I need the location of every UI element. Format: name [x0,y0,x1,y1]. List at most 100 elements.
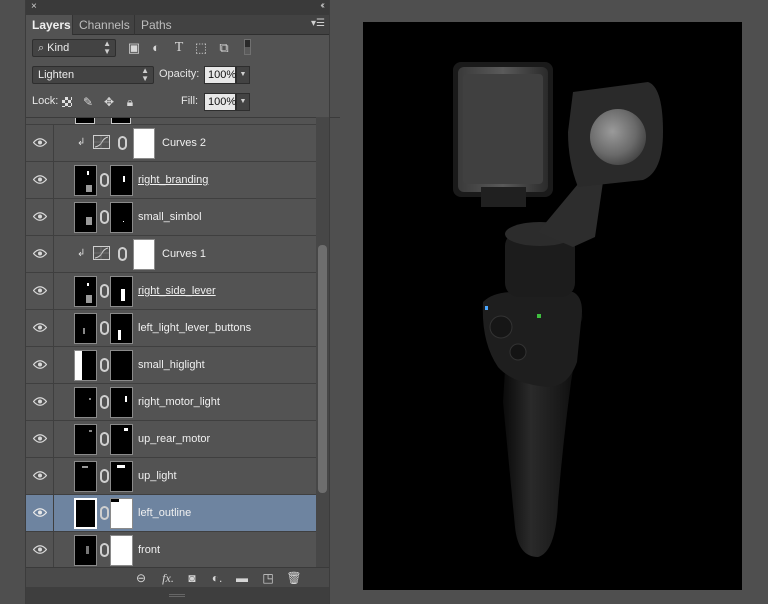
chain-link-icon[interactable] [118,136,127,150]
visibility-toggle[interactable] [26,458,54,494]
visibility-toggle[interactable] [26,347,54,383]
layer-mask-thumbnail[interactable] [110,202,133,233]
layer-thumbnail[interactable] [74,387,97,418]
fill-input[interactable]: 100% [204,93,236,111]
layer-mask-thumbnail[interactable] [110,350,133,381]
layer-row-left-outline[interactable]: left_outline [26,495,316,532]
folder-icon[interactable]: ▬ [234,571,250,585]
layer-mask-thumbnail[interactable] [110,276,133,307]
chain-link-icon[interactable] [100,395,109,409]
chain-link-icon[interactable] [118,247,127,261]
layer-mask-thumbnail[interactable] [110,424,133,455]
layer-row-up-rear-motor[interactable]: up_rear_motor [26,421,316,458]
lock-image-pixels-icon[interactable]: ✎ [81,95,95,109]
chain-link-icon[interactable] [100,321,109,335]
layer-name: small_simbol [138,211,202,223]
tab-channels[interactable]: Channels [72,15,134,35]
lock-all-icon[interactable]: 🔒︎ [123,95,137,109]
type-layer-filter-icon[interactable]: T [171,40,187,56]
visibility-toggle[interactable] [26,125,54,161]
visibility-toggle[interactable] [26,273,54,309]
layer-thumbnail[interactable] [74,498,97,529]
scrollbar-thumb[interactable] [318,245,327,493]
new-layer-icon[interactable]: ◳ [260,571,276,585]
chain-link-icon[interactable] [100,469,109,483]
layer-name: right_motor_light [138,396,220,408]
document-canvas[interactable] [363,22,742,590]
layer-row-small-higlight[interactable]: small_higlight [26,347,316,384]
layer-row-right-branding[interactable]: right_branding [26,162,316,199]
layer-thumbnail[interactable] [74,276,97,307]
fill-slider-button[interactable]: ▼ [236,93,250,111]
visibility-toggle[interactable] [26,162,54,198]
filter-kind-dropdown[interactable]: ⌕ Kind ▲ ▼ [32,39,116,57]
layer-row-curves-1[interactable]: ↲ Curves 1 [26,236,316,273]
layer-mask-thumbnail[interactable] [133,239,155,270]
tab-paths[interactable]: Paths [134,15,178,35]
link-icon[interactable]: ⊖ [132,571,150,585]
chain-link-icon[interactable] [100,173,109,187]
layer-row-left-light-lever-buttons[interactable]: left_light_lever_buttons [26,310,316,347]
chain-link-icon[interactable] [100,358,109,372]
visibility-toggle[interactable] [26,199,54,235]
lock-position-icon[interactable]: ✥ [102,95,116,109]
opacity-slider-button[interactable]: ▼ [236,66,250,84]
layer-name: right_side_lever [138,285,216,297]
trash-icon[interactable]: 🗑︎ [286,571,302,585]
layer-thumbnail[interactable] [74,202,97,233]
layer-mask-thumbnail[interactable] [110,498,133,529]
fx-icon[interactable]: fx. [158,571,178,585]
close-icon[interactable]: × [31,1,37,12]
layer-mask-thumbnail[interactable] [110,313,133,344]
layer-row-right-side-lever[interactable]: right_side_lever [26,273,316,310]
pixel-layer-filter-icon[interactable]: ▣ [126,40,142,56]
layer-thumbnail[interactable] [74,313,97,344]
chain-link-icon[interactable] [100,543,109,557]
layer-thumbnail[interactable] [74,461,97,492]
eye-icon [33,360,47,369]
layer-mask-thumbnail[interactable] [110,387,133,418]
eye-icon [33,286,47,295]
layer-thumbnail[interactable] [74,535,97,566]
chain-link-icon[interactable] [100,210,109,224]
layer-mask-thumbnail[interactable] [110,165,133,196]
layers-scrollbar[interactable] [316,117,329,567]
collapse-panel-icon[interactable]: ‹‹ [320,0,324,11]
filter-toggle-switch[interactable] [244,39,251,55]
eye-icon [33,545,47,554]
layer-mask-thumbnail[interactable] [133,128,155,159]
layer-row-up-light[interactable]: up_light [26,458,316,495]
layer-thumbnail[interactable] [74,424,97,455]
smart-object-filter-icon[interactable]: ⧉ [216,40,232,56]
layer-row-right-motor-light[interactable]: right_motor_light [26,384,316,421]
layer-row-front[interactable]: front [26,532,316,567]
panel-menu-icon[interactable]: ▾☰ [311,18,325,29]
opacity-input[interactable]: 100% [204,66,236,84]
adjustment-icon[interactable]: ◐. [208,571,226,585]
resize-grip[interactable] [169,594,185,597]
layer-thumbnail[interactable] [74,350,97,381]
lock-transparent-pixels-icon[interactable] [60,95,74,109]
layer-row-curves-2[interactable]: ↲ Curves 2 [26,125,316,162]
dropdown-arrows-icon: ▲ ▼ [141,66,149,83]
visibility-toggle[interactable] [26,236,54,272]
visibility-toggle[interactable] [26,384,54,420]
blend-mode-dropdown[interactable]: Lighten ▲ ▼ [32,66,154,84]
visibility-toggle[interactable] [26,310,54,346]
layer-thumbnail[interactable] [74,165,97,196]
visibility-toggle[interactable] [26,495,54,531]
tab-layers[interactable]: Layers [26,15,72,35]
layer-mask-thumbnail[interactable] [110,461,133,492]
shape-layer-filter-icon[interactable]: ⬚ [193,40,209,56]
chain-link-icon[interactable] [100,284,109,298]
layer-mask-thumbnail[interactable] [110,535,133,566]
layer-row-small-simbol[interactable]: small_simbol [26,199,316,236]
chain-link-icon[interactable] [100,432,109,446]
adjustment-layer-filter-icon[interactable]: ◐ [148,40,164,56]
chain-link-icon[interactable] [100,506,109,520]
visibility-toggle[interactable] [26,532,54,567]
visibility-toggle[interactable] [26,421,54,457]
panel-titlebar: × ‹‹ [26,0,329,15]
layer-name: up_rear_motor [138,433,211,445]
add-mask-icon[interactable]: ◙ [184,571,200,585]
